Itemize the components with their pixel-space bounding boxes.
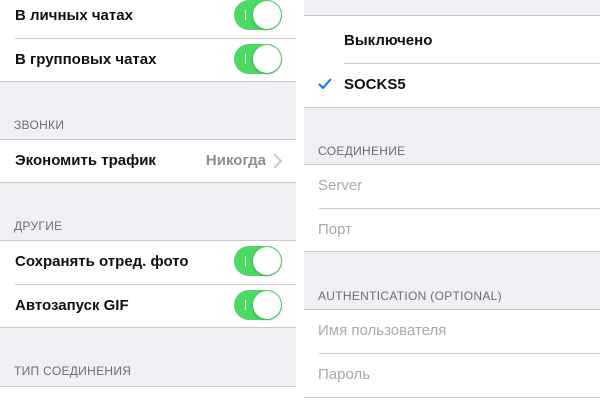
private-chats-row[interactable]: В личных чатах xyxy=(0,0,296,38)
switch-knob xyxy=(253,45,281,73)
switch-on-mark xyxy=(245,256,246,266)
port-field[interactable]: Порт xyxy=(304,208,600,252)
group-chats-toggle[interactable] xyxy=(234,44,282,74)
proxy-settings-panel: Выключено SOCKS5 СОЕДИНЕНИЕ Server Порт … xyxy=(304,0,600,400)
private-chats-toggle[interactable] xyxy=(234,0,282,30)
save-traffic-label: Экономить трафик xyxy=(15,152,156,169)
username-placeholder: Имя пользователя xyxy=(318,322,447,339)
group-chats-row[interactable]: В групповых чатах xyxy=(0,38,296,82)
connection-type-group xyxy=(0,386,296,400)
password-placeholder: Пароль xyxy=(318,366,371,383)
authentication-section-header: AUTHENTICATION (OPTIONAL) xyxy=(318,289,502,303)
group-bottom-border xyxy=(304,397,600,398)
switch-on-mark xyxy=(245,54,246,64)
group-bottom-border xyxy=(0,327,296,328)
group-bottom-border xyxy=(304,107,600,108)
save-traffic-value: Никогда xyxy=(205,152,266,169)
server-field[interactable]: Server xyxy=(304,164,600,208)
switch-on-mark xyxy=(245,10,246,20)
save-traffic-row[interactable]: Экономить трафик Никогда xyxy=(0,139,296,183)
port-placeholder: Порт xyxy=(318,221,353,238)
username-field[interactable]: Имя пользователя xyxy=(304,309,600,353)
connection-section-header: СОЕДИНЕНИЕ xyxy=(318,144,406,158)
calls-section-header: ЗВОНКИ xyxy=(14,118,65,132)
privacy-settings-panel: В личных чатах В групповых чатах ЗВОНКИ … xyxy=(0,0,296,400)
calls-group: Экономить трафик Никогда xyxy=(0,139,296,183)
save-edited-photos-toggle[interactable] xyxy=(234,246,282,276)
save-edited-photos-row[interactable]: Сохранять отред. фото xyxy=(0,240,296,284)
group-top-border xyxy=(0,386,296,387)
connection-group: Server Порт xyxy=(304,164,600,252)
switch-on-mark xyxy=(245,300,246,310)
server-placeholder: Server xyxy=(318,177,363,194)
group-chats-label: В групповых чатах xyxy=(15,51,157,68)
proxy-type-group: Выключено SOCKS5 xyxy=(304,16,600,108)
proxy-option-disabled[interactable]: Выключено xyxy=(304,19,600,63)
privacy-chats-group: В личных чатах В групповых чатах xyxy=(0,0,296,82)
switch-knob xyxy=(253,1,281,29)
group-bottom-border xyxy=(304,251,600,252)
proxy-option-socks5[interactable]: SOCKS5 xyxy=(304,63,600,107)
authentication-group: Имя пользователя Пароль xyxy=(304,309,600,400)
group-bottom-border xyxy=(0,182,296,183)
switch-knob xyxy=(253,247,281,275)
autoplay-gif-row[interactable]: Автозапуск GIF xyxy=(0,284,296,328)
other-group: Сохранять отред. фото Автозапуск GIF xyxy=(0,240,296,328)
switch-knob xyxy=(253,291,281,319)
connection-type-section-header: ТИП СОЕДИНЕНИЯ xyxy=(14,364,132,378)
autoplay-gif-label: Автозапуск GIF xyxy=(15,297,129,314)
private-chats-label: В личных чатах xyxy=(15,7,133,24)
checkmark-icon xyxy=(318,78,332,89)
proxy-option-label: SOCKS5 xyxy=(344,76,406,93)
group-bottom-border xyxy=(0,81,296,82)
proxy-option-label: Выключено xyxy=(344,32,433,49)
autoplay-gif-toggle[interactable] xyxy=(234,290,282,320)
password-field[interactable]: Пароль xyxy=(304,353,600,397)
chevron-right-icon xyxy=(274,154,282,168)
save-edited-photos-label: Сохранять отред. фото xyxy=(15,253,189,270)
other-section-header: ДРУГИЕ xyxy=(14,219,63,233)
